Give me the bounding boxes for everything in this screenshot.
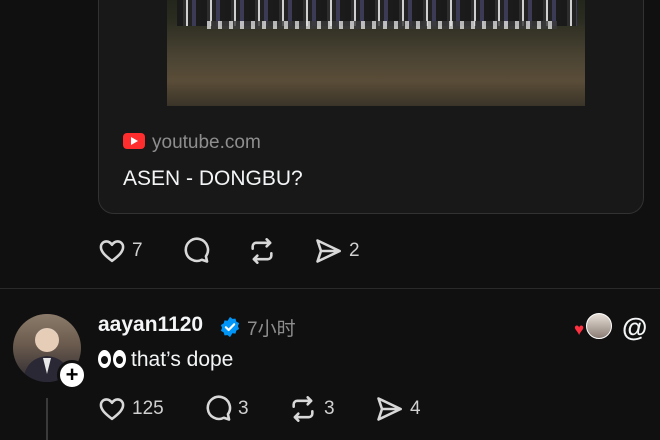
thumbnail-image — [167, 0, 585, 106]
reply-like-button[interactable]: 125 — [98, 395, 164, 423]
share-icon — [377, 397, 402, 421]
share-button[interactable]: 2 — [313, 237, 360, 265]
repost-icon — [292, 396, 314, 422]
comment-button[interactable] — [182, 237, 210, 265]
reply-share-count: 4 — [410, 398, 421, 419]
like-count: 7 — [132, 240, 143, 261]
youtube-icon — [123, 133, 145, 149]
reply-timestamp: 7小时 — [247, 319, 296, 340]
verified-icon — [220, 316, 240, 338]
liker-avatar[interactable] — [586, 313, 612, 339]
heart-icon — [99, 240, 125, 263]
share-icon — [316, 239, 341, 263]
reply-username[interactable]: aayan1120 — [98, 313, 203, 337]
reply-like-count: 125 — [132, 398, 164, 419]
repost-icon — [251, 238, 273, 264]
heart-icon — [99, 398, 125, 421]
repost-button[interactable] — [247, 237, 277, 265]
plus-icon: + — [65, 362, 79, 387]
reply-share-button[interactable]: 4 — [374, 395, 421, 423]
reply-repost-count: 3 — [324, 398, 335, 419]
share-count: 2 — [349, 240, 360, 261]
eye-left — [98, 350, 111, 368]
comment-icon — [184, 237, 210, 263]
link-preview-card[interactable]: youtube.com ASEN - DONGBU? — [98, 0, 644, 214]
liked-by-heart-icon: ♥ — [574, 320, 585, 339]
eye-right — [113, 350, 126, 368]
threads-icon[interactable]: @ — [622, 312, 647, 343]
like-button[interactable]: 7 — [98, 237, 143, 265]
link-domain: youtube.com — [152, 132, 261, 153]
video-thumbnail[interactable] — [167, 0, 585, 106]
comment-icon — [206, 395, 232, 421]
divider — [0, 288, 660, 289]
thread-line — [46, 398, 48, 440]
link-title[interactable]: ASEN - DONGBU? — [123, 167, 303, 191]
reply-comment-count: 3 — [238, 398, 249, 419]
reply-repost-button[interactable]: 3 — [288, 395, 335, 423]
reply-text: that’s dope — [131, 348, 234, 371]
follow-plus-button[interactable]: + — [57, 360, 87, 390]
reply-comment-button[interactable]: 3 — [204, 395, 249, 423]
crowd-feet — [207, 21, 557, 29]
eyes-emoji — [98, 350, 126, 368]
